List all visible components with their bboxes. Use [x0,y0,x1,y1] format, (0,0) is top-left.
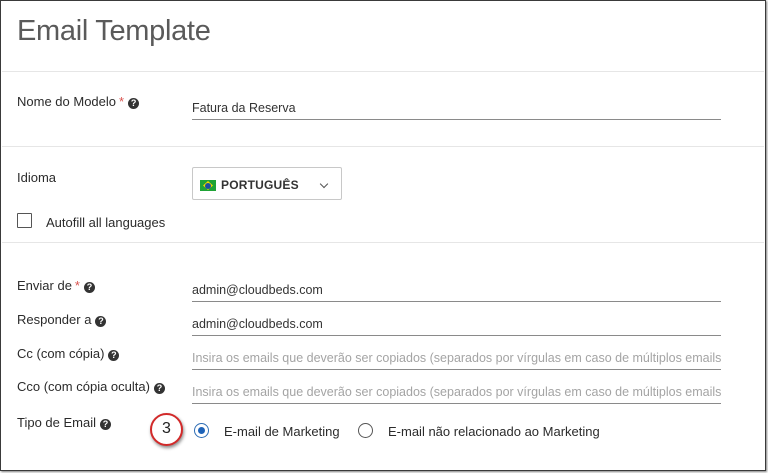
reply-to-field[interactable]: admin@cloudbeds.com [192,312,721,336]
template-name-field[interactable]: Fatura da Reserva [192,96,721,120]
reply-to-label: Responder a [17,312,92,327]
send-from-field[interactable]: admin@cloudbeds.com [192,278,721,302]
marketing-email-label[interactable]: E-mail de Marketing [224,424,340,439]
language-selected-value: PORTUGUÊS [221,178,299,192]
help-icon[interactable]: ? [100,419,111,430]
bcc-field[interactable]: Insira os emails que deverão ser copiado… [192,380,721,404]
divider [2,71,764,72]
template-name-label-group: Nome do Modelo *? [17,94,140,109]
reply-to-label-group: Responder a? [17,312,107,327]
email-type-label-group: Tipo de Email? [17,415,111,430]
email-template-panel: Email Template Nome do Modelo *? Fatura d… [0,0,766,471]
language-label: Idioma [17,170,57,185]
non-marketing-email-label[interactable]: E-mail não relacionado ao Marketing [388,424,600,439]
send-from-label-group: Enviar de *? [17,278,95,293]
help-icon[interactable]: ? [95,316,107,327]
step-callout-badge: 3 [150,413,183,446]
bcc-label-group: Cco (com cópia oculta)? [17,379,165,394]
cc-field[interactable]: Insira os emails que deverão ser copiado… [192,346,721,370]
help-icon[interactable]: ? [128,98,140,109]
marketing-email-radio[interactable] [194,423,209,438]
divider [2,146,764,147]
bcc-label: Cco (com cópia oculta) [17,379,150,394]
autofill-checkbox[interactable] [17,213,32,228]
brazil-flag-icon [200,180,216,191]
non-marketing-email-radio[interactable] [358,423,373,438]
help-icon[interactable]: ? [83,282,95,293]
cc-label: Cc (com cópia) [17,346,105,361]
help-icon[interactable]: ? [108,350,120,361]
divider [2,242,764,243]
cc-label-group: Cc (com cópia)? [17,346,120,361]
required-asterisk: * [119,94,125,109]
email-type-label: Tipo de Email [17,415,96,430]
page-title: Email Template [17,15,211,47]
autofill-label[interactable]: Autofill all languages [46,215,165,230]
language-select[interactable]: PORTUGUÊS [192,167,342,200]
chevron-down-icon [319,179,329,189]
help-icon[interactable]: ? [153,383,165,394]
template-name-label: Nome do Modelo [17,94,116,109]
required-asterisk: * [74,278,80,293]
send-from-label: Enviar de [17,278,72,293]
